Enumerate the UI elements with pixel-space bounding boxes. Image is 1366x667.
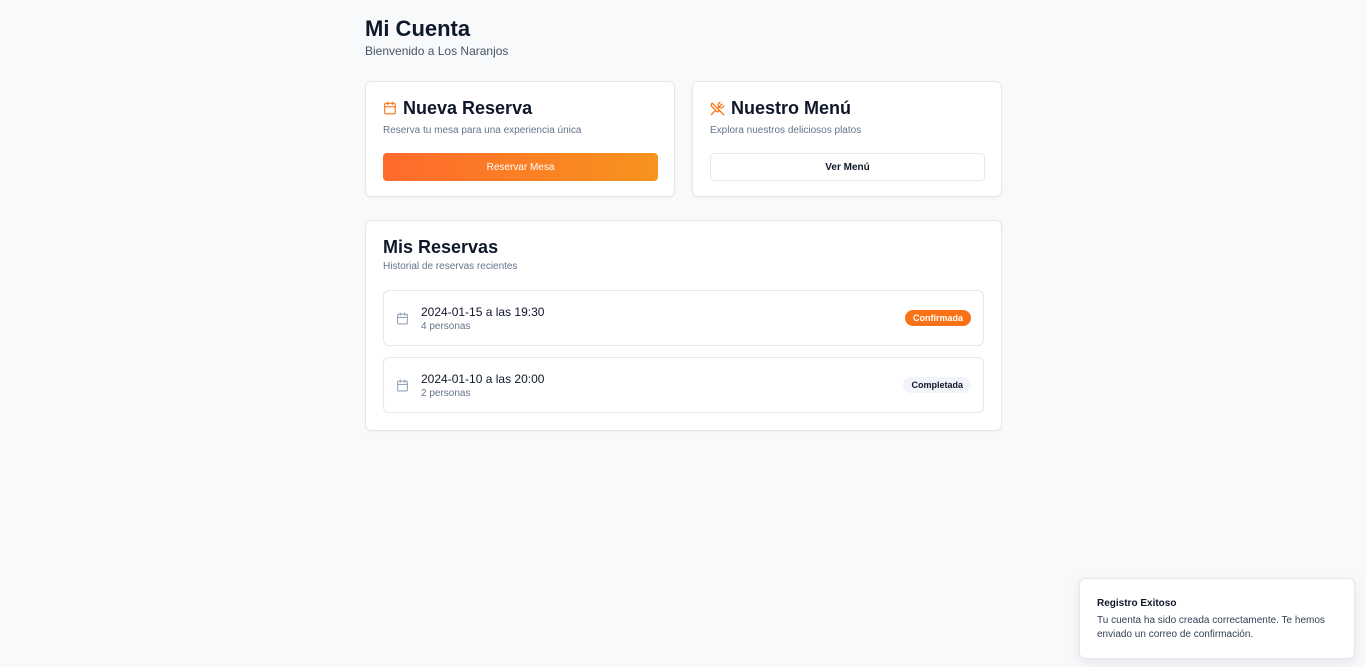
reservation-item[interactable]: 2024-01-15 a las 19:30 4 personas Confir… (383, 290, 984, 346)
utensils-crossed-icon (710, 101, 725, 116)
menu-description: Explora nuestros deliciosos platos (710, 125, 862, 136)
view-menu-button[interactable]: Ver Menú (710, 153, 985, 181)
reservations-subtitle: Historial de reservas recientes (383, 261, 518, 272)
action-cards: Nueva Reserva Reserva tu mesa para una e… (365, 81, 1002, 197)
success-toast[interactable]: Registro Exitoso Tu cuenta ha sido cread… (1079, 578, 1355, 659)
account-page: Mi Cuenta Bienvenido a Los Naranjos Nuev… (365, 16, 1002, 431)
menu-title: Nuestro Menú (731, 97, 852, 118)
reservations-list: 2024-01-15 a las 19:30 4 personas Confir… (383, 290, 984, 413)
toast-title: Registro Exitoso (1097, 598, 1177, 609)
reserve-table-button[interactable]: Reservar Mesa (383, 153, 658, 181)
new-reservation-title: Nueva Reserva (403, 97, 533, 118)
calendar-icon (383, 101, 397, 115)
menu-card: Nuestro Menú Explora nuestros deliciosos… (692, 81, 1002, 197)
reservation-party-size: 4 personas (421, 320, 471, 332)
toast-message: Tu cuenta ha sido creada correctamente. … (1097, 615, 1325, 640)
reservation-party-size: 2 personas (421, 387, 471, 399)
new-reservation-card: Nueva Reserva Reserva tu mesa para una e… (365, 81, 675, 197)
reservation-item[interactable]: 2024-01-10 a las 20:00 2 personas Comple… (383, 357, 984, 413)
reservation-datetime: 2024-01-10 a las 20:00 (421, 371, 545, 386)
page-title: Mi Cuenta (365, 16, 471, 41)
reservations-card: Mis Reservas Historial de reservas recie… (365, 220, 1002, 431)
reservations-title: Mis Reservas (383, 237, 499, 257)
status-badge: Completada (903, 377, 971, 393)
calendar-icon (396, 379, 410, 392)
calendar-icon (396, 312, 410, 325)
status-badge: Confirmada (904, 310, 971, 326)
reservation-datetime: 2024-01-15 a las 19:30 (421, 304, 545, 319)
page-subtitle: Bienvenido a Los Naranjos (365, 44, 509, 58)
new-reservation-description: Reserva tu mesa para una experiencia úni… (383, 125, 582, 136)
